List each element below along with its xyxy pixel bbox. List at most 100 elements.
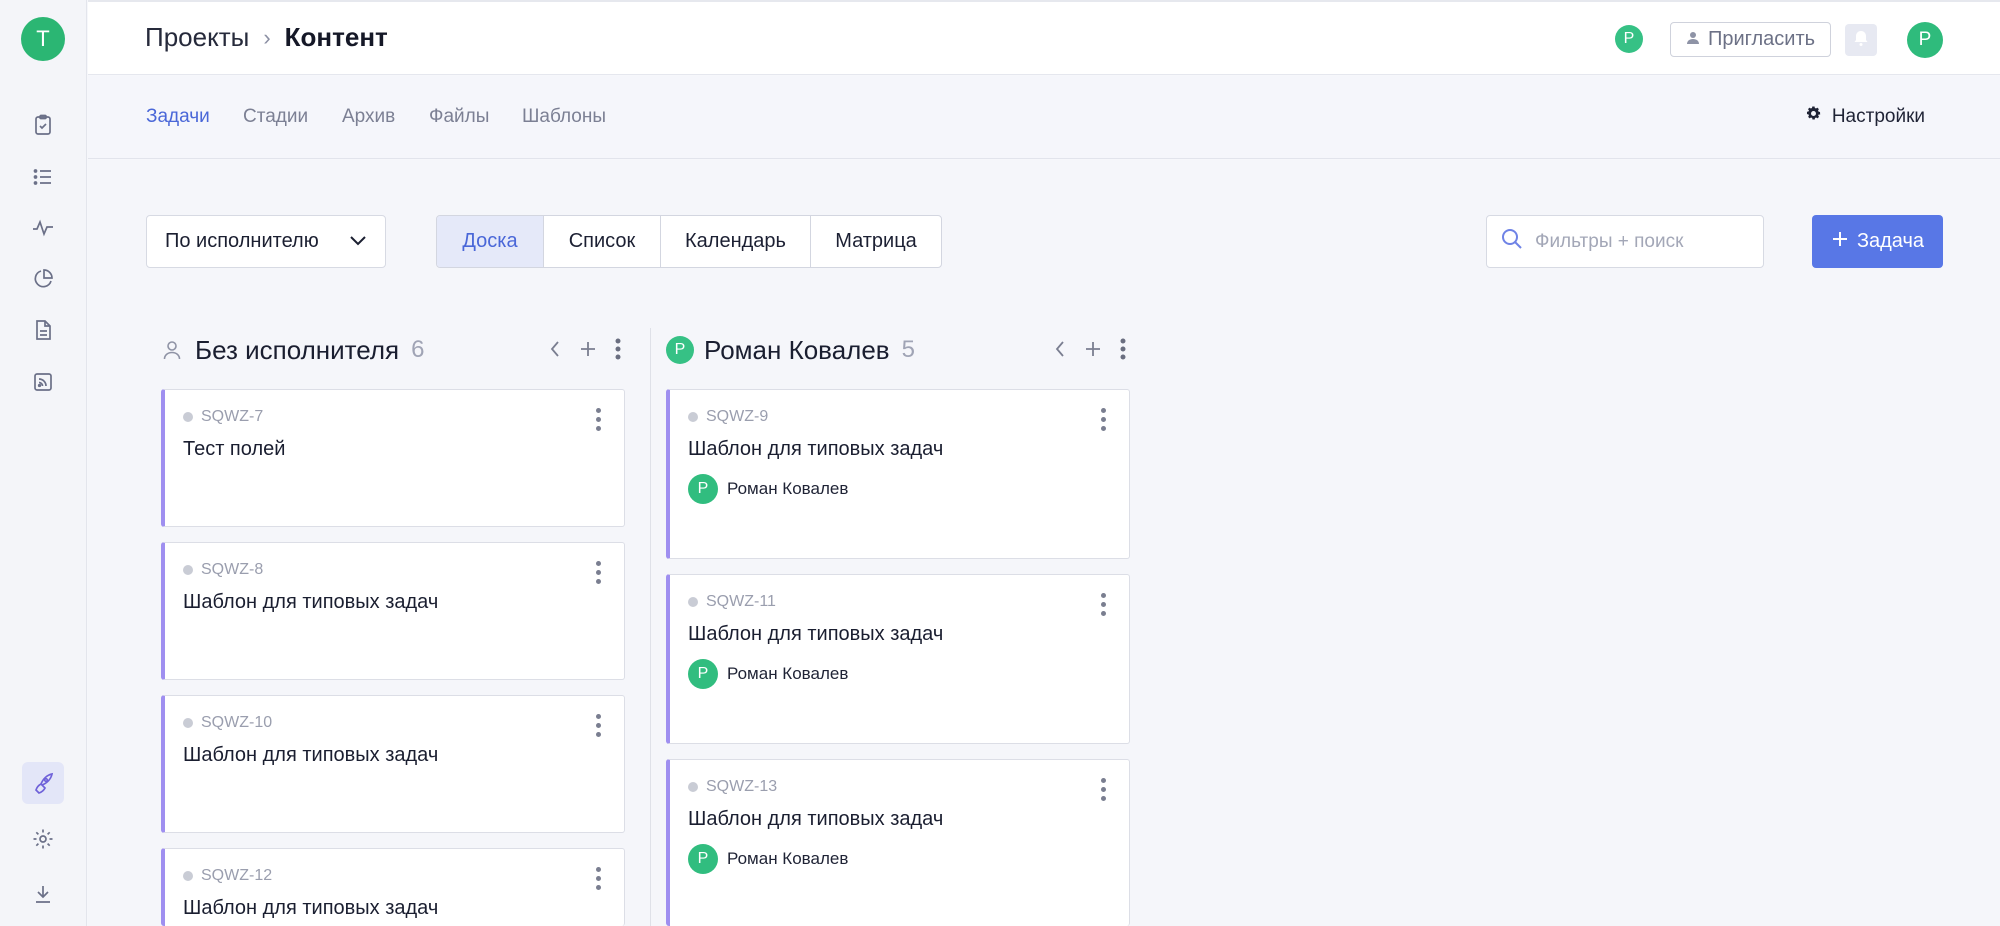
task-card[interactable]: SQWZ-10 Шаблон для типовых задач (161, 695, 625, 833)
card-menu-icon[interactable] (596, 714, 602, 737)
search-input[interactable] (1535, 230, 1735, 253)
user-avatar[interactable]: Р (1907, 22, 1943, 58)
download-icon[interactable] (22, 873, 64, 915)
column-menu-icon[interactable] (615, 338, 621, 360)
column-actions (1054, 338, 1126, 360)
task-id: SQWZ-13 (688, 778, 777, 796)
assignee-avatar: Р (688, 474, 718, 504)
search-box[interactable] (1486, 215, 1764, 268)
settings-button[interactable]: Настройки (1805, 105, 1925, 128)
task-title: Шаблон для типовых задач (183, 897, 439, 919)
task-id: SQWZ-12 (183, 867, 272, 885)
view-switcher: Доска Список Календарь Матрица (436, 215, 942, 268)
rocket-icon[interactable] (22, 762, 64, 804)
column-header-unassigned: Без исполнителя 6 (163, 332, 424, 368)
column-title: Роман Ковалев (704, 334, 890, 365)
column-menu-icon[interactable] (1120, 338, 1126, 360)
view-matrix-button[interactable]: Матрица (811, 216, 941, 267)
add-card-plus-icon[interactable] (579, 340, 597, 358)
chevron-left-icon[interactable] (549, 339, 561, 359)
breadcrumb: Проекты › Контент (145, 22, 388, 53)
activity-icon[interactable] (22, 207, 64, 249)
chevron-left-icon[interactable] (1054, 339, 1066, 359)
status-dot (183, 871, 193, 881)
task-title: Шаблон для типовых задач (688, 808, 944, 830)
invite-label: Пригласить (1707, 28, 1816, 50)
person-outline-icon (163, 340, 181, 360)
card-menu-icon[interactable] (596, 867, 602, 890)
column-divider (650, 328, 651, 926)
group-by-value: По исполнителю (165, 230, 319, 252)
document-icon[interactable] (22, 309, 64, 351)
card-assignee: Р Роман Ковалев (688, 474, 848, 504)
column-header-assignee: Р Роман Ковалев 5 (666, 332, 915, 368)
tab-files[interactable]: Файлы (429, 106, 489, 128)
task-card[interactable]: SQWZ-7 Тест полей (161, 389, 625, 527)
task-card[interactable]: SQWZ-12 Шаблон для типовых задач (161, 848, 625, 926)
task-title: Шаблон для типовых задач (688, 623, 944, 645)
tasks-clipboard-icon[interactable] (22, 104, 64, 146)
gear-icon (1805, 105, 1822, 128)
card-menu-icon[interactable] (596, 561, 602, 584)
task-card[interactable]: SQWZ-13 Шаблон для типовых задач Р Роман… (666, 759, 1130, 926)
plus-icon (1831, 230, 1849, 254)
assignee-name: Роман Ковалев (727, 479, 849, 498)
card-menu-icon[interactable] (596, 408, 602, 431)
add-card-plus-icon[interactable] (1084, 340, 1102, 358)
page-title: Контент (284, 22, 388, 52)
notifications-button[interactable] (1845, 24, 1877, 56)
assignee-name: Роман Ковалев (727, 849, 849, 868)
task-id-text: SQWZ-11 (706, 593, 776, 610)
task-title: Шаблон для типовых задач (183, 591, 439, 613)
card-assignee: Р Роман Ковалев (688, 844, 848, 874)
tab-tasks[interactable]: Задачи (146, 106, 210, 128)
card-menu-icon[interactable] (1101, 593, 1107, 616)
list-icon[interactable] (22, 156, 64, 198)
view-board-button[interactable]: Доска (437, 216, 544, 267)
status-dot (183, 718, 193, 728)
add-task-label: Задача (1856, 230, 1925, 252)
project-member-avatar[interactable]: Р (1615, 25, 1643, 53)
pie-chart-icon[interactable] (22, 258, 64, 300)
chevron-down-icon (349, 230, 367, 253)
task-card[interactable]: SQWZ-8 Шаблон для типовых задач (161, 542, 625, 680)
view-calendar-button[interactable]: Календарь (661, 216, 811, 267)
status-dot (183, 565, 193, 575)
left-rail: T (0, 0, 87, 926)
card-menu-icon[interactable] (1101, 408, 1107, 431)
settings-label: Настройки (1831, 105, 1925, 127)
status-dot (688, 597, 698, 607)
tab-stages[interactable]: Стадии (243, 106, 308, 128)
task-id: SQWZ-10 (183, 714, 272, 732)
person-icon (1686, 28, 1700, 51)
task-id-text: SQWZ-12 (201, 867, 273, 884)
task-title: Шаблон для типовых задач (183, 744, 439, 766)
workspace-avatar[interactable]: T (21, 17, 65, 61)
task-title: Шаблон для типовых задач (688, 438, 944, 460)
column-actions (549, 338, 621, 360)
feed-icon[interactable] (22, 361, 64, 403)
view-list-button[interactable]: Список (544, 216, 661, 267)
assignee-avatar: Р (688, 844, 718, 874)
tab-templates[interactable]: Шаблоны (522, 106, 606, 128)
breadcrumb-projects-link[interactable]: Проекты (145, 22, 249, 53)
top-header: Проекты › Контент Р Пригласить Р (88, 0, 2000, 75)
task-card[interactable]: SQWZ-9 Шаблон для типовых задач Р Роман … (666, 389, 1130, 559)
task-id: SQWZ-9 (688, 408, 768, 426)
column-count: 6 (411, 336, 425, 363)
assignee-name: Роман Ковалев (727, 664, 849, 683)
add-task-button[interactable]: Задача (1812, 215, 1943, 268)
task-title: Тест полей (183, 438, 286, 460)
gear-icon[interactable] (22, 818, 64, 860)
task-card[interactable]: SQWZ-11 Шаблон для типовых задач Р Роман… (666, 574, 1130, 744)
card-menu-icon[interactable] (1101, 778, 1107, 801)
tab-archive[interactable]: Архив (342, 106, 395, 128)
task-id: SQWZ-11 (688, 593, 776, 611)
invite-button[interactable]: Пригласить (1670, 22, 1831, 57)
group-by-select[interactable]: По исполнителю (146, 215, 386, 268)
task-id-text: SQWZ-7 (201, 408, 264, 425)
task-id-text: SQWZ-9 (706, 408, 769, 425)
task-id-text: SQWZ-10 (201, 714, 273, 731)
task-id: SQWZ-7 (183, 408, 263, 426)
task-id: SQWZ-8 (183, 561, 263, 579)
